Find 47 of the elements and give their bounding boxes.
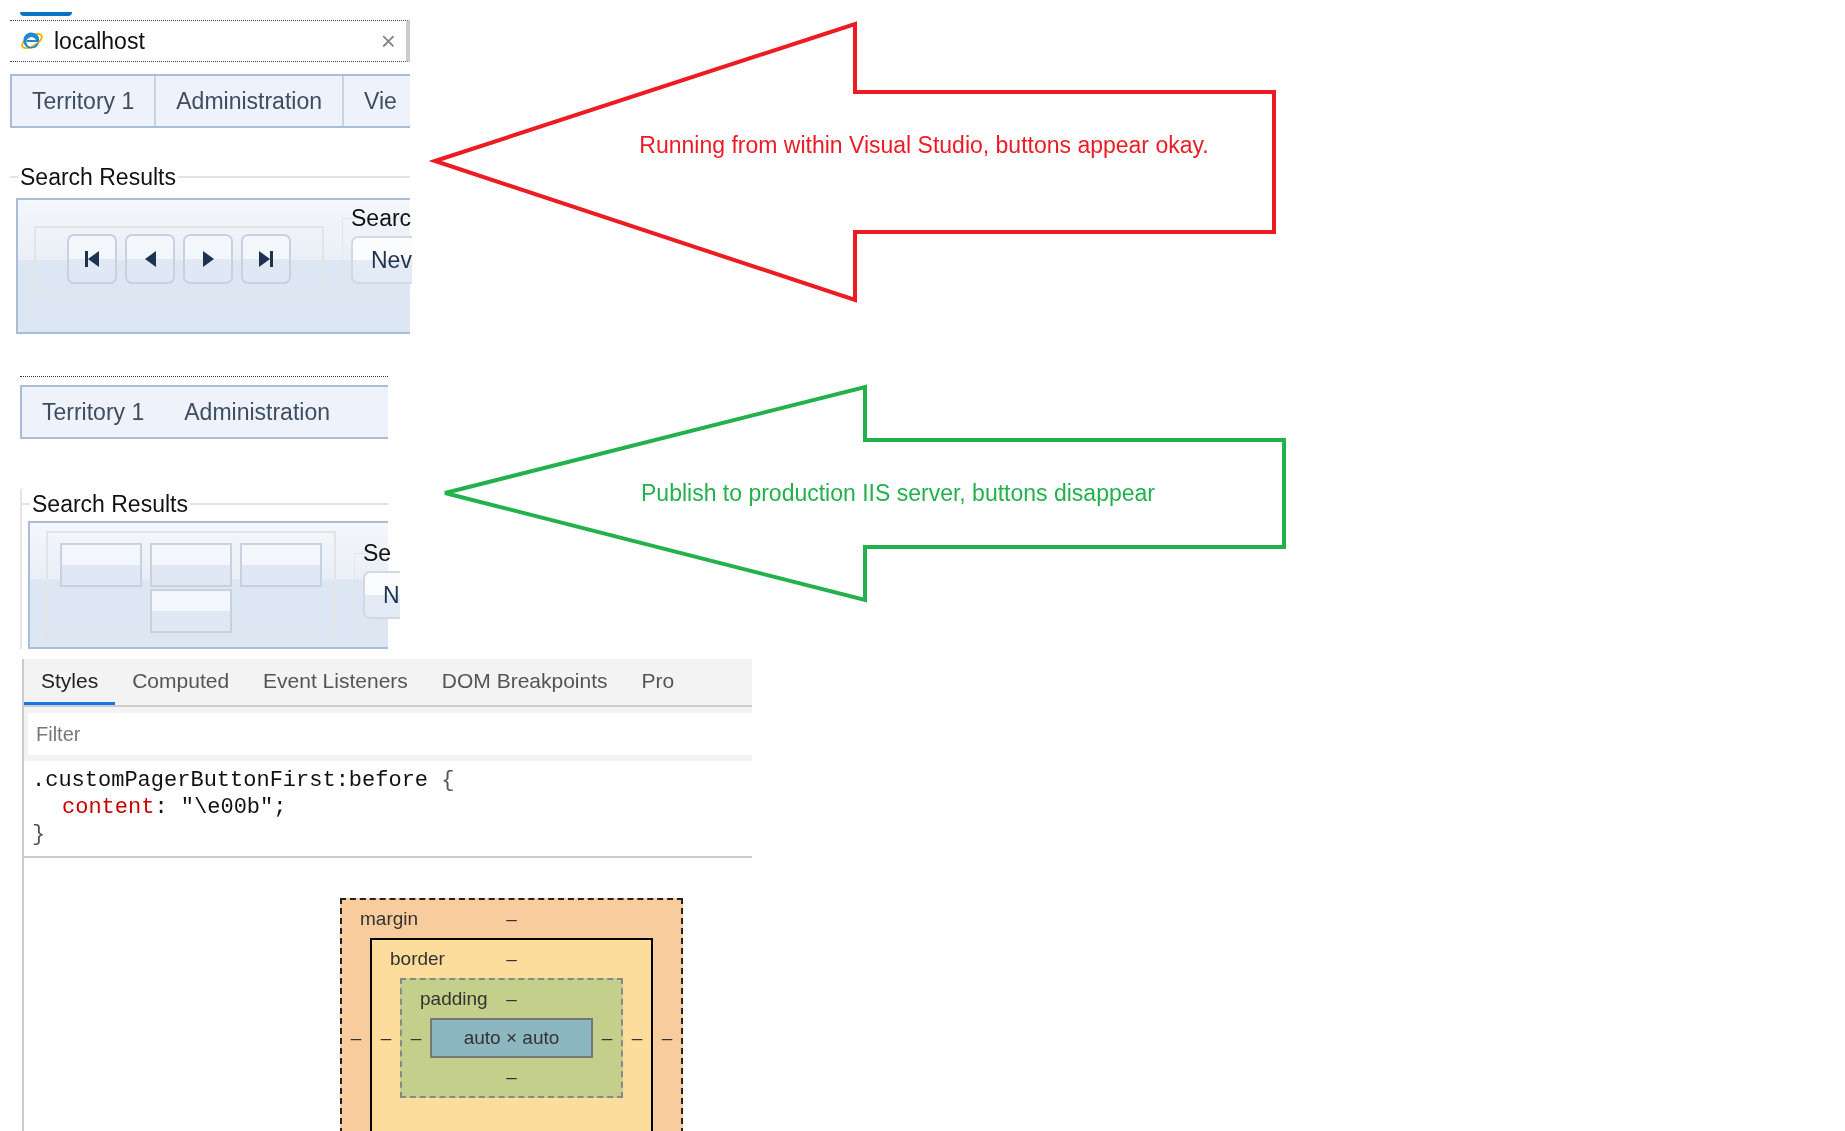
pager-button[interactable] — [241, 234, 291, 284]
box-label: margin — [359, 908, 419, 930]
section-title: Search Results — [19, 163, 177, 191]
nav-tab[interactable]: Territory 1 — [22, 387, 165, 437]
box-value: – — [349, 1027, 363, 1049]
new-button[interactable]: N — [363, 571, 400, 619]
nav-tab[interactable]: Administration — [156, 76, 344, 126]
pager-button[interactable] — [125, 234, 175, 284]
section-title: Search Results — [31, 490, 189, 518]
devtools-tab[interactable]: Computed — [115, 659, 247, 705]
close-button[interactable]: × — [380, 25, 396, 57]
box-value: – — [379, 1027, 393, 1049]
annotation-text: Running from within Visual Studio, buttons appear okay. — [639, 132, 1209, 158]
group-title: Se — [363, 540, 388, 567]
previous-icon — [144, 251, 156, 267]
devtools-tab[interactable]: DOM Breakpoints — [424, 659, 625, 705]
box-value: – — [506, 948, 517, 970]
last-page-icon — [259, 251, 273, 267]
nav-tab[interactable]: Territory 1 — [12, 76, 157, 126]
nav-tab[interactable]: Administration — [164, 387, 350, 437]
css-declaration: content: "\e00b"; — [61, 794, 287, 821]
pager-button[interactable] — [183, 234, 233, 284]
filter-field[interactable]: Filter — [28, 713, 752, 755]
devtools-tab[interactable]: Event Listeners — [246, 659, 425, 705]
first-page-icon — [85, 251, 99, 267]
box-value: – — [630, 1027, 644, 1049]
new-button[interactable]: Nev — [351, 236, 412, 284]
devtools-tab[interactable]: Pro — [624, 659, 675, 705]
box-label: padding — [419, 988, 488, 1010]
box-value: – — [506, 908, 517, 930]
closing-brace: } — [32, 821, 46, 848]
box-value: – — [600, 1027, 614, 1049]
box-value: – — [409, 1027, 423, 1049]
browser-tab[interactable]: localhost × — [10, 20, 410, 62]
nav-tab[interactable]: Vie — [344, 76, 397, 126]
box-label: border — [389, 948, 445, 970]
next-icon — [202, 251, 214, 267]
tab-indicator — [20, 12, 72, 16]
box-value: – — [660, 1027, 674, 1049]
tab-title: localhost — [54, 27, 146, 55]
annotation-text: Publish to production IIS server, buttons disappear — [641, 480, 1155, 506]
pager-button[interactable] — [67, 234, 117, 284]
css-selector: .customPagerButtonFirst:before { — [32, 767, 455, 794]
box-value: – — [506, 1066, 517, 1088]
box-value: – — [506, 988, 517, 1010]
content-box: auto × auto — [430, 1018, 593, 1058]
group-title: Searc — [351, 205, 410, 232]
